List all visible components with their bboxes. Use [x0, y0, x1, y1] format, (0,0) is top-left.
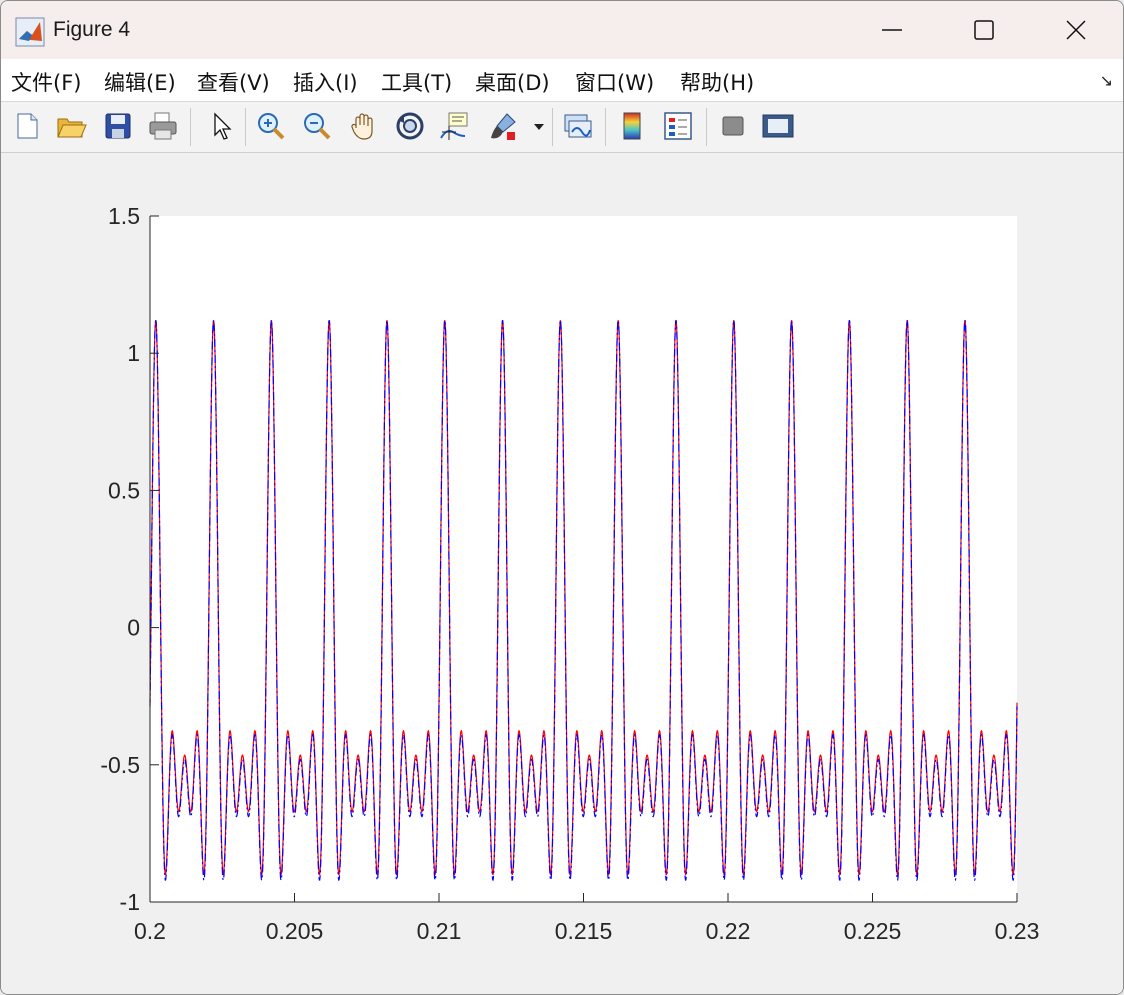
- print-icon: [149, 112, 177, 140]
- x-tick-label: 0.2: [134, 918, 166, 944]
- plot-area[interactable]: [150, 216, 1017, 902]
- toolbar-separator: [605, 108, 606, 146]
- zoom-out-button[interactable]: [299, 108, 335, 144]
- data-cursor-button[interactable]: [437, 108, 473, 144]
- menu-help[interactable]: 帮助(H): [680, 67, 754, 97]
- legend-button[interactable]: [660, 108, 696, 144]
- hide-plot-tools-icon: [722, 116, 744, 136]
- show-plot-tools-icon: [762, 114, 794, 138]
- chevron-down-icon: [534, 124, 544, 130]
- x-tick-label: 0.23: [995, 918, 1040, 944]
- y-tick-label: 0.5: [108, 477, 140, 503]
- y-tick-label: -0.5: [100, 752, 140, 778]
- colorbar-icon: [623, 112, 641, 140]
- x-tick-label: 0.22: [706, 918, 751, 944]
- figure-window: Figure 4 文件(F) 编辑(E) 查看(V) 插入(I) 工具(T) 桌…: [0, 0, 1124, 995]
- pan-button[interactable]: [346, 108, 382, 144]
- line-chart[interactable]: 0.2 0.205 0.21 0.215 0.22 0.225 0.23 -1 -0.5 0 0.5…: [1, 153, 1123, 994]
- new-figure-icon: [17, 113, 38, 139]
- pointer-icon: [214, 112, 232, 140]
- menu-tools[interactable]: 工具(T): [381, 67, 452, 97]
- colorbar-button[interactable]: [614, 108, 650, 144]
- matlab-logo-icon: [15, 17, 45, 47]
- x-tick-label: 0.225: [844, 918, 902, 944]
- figure-canvas: 0.2 0.205 0.21 0.215 0.22 0.225 0.23 -1 -0.5 0 0.5…: [1, 153, 1123, 994]
- open-file-button[interactable]: [53, 108, 89, 144]
- close-icon: [1066, 20, 1086, 40]
- zoom-out-icon: [304, 113, 331, 140]
- y-tick-label: -1: [120, 889, 140, 915]
- x-tick-label: 0.215: [555, 918, 613, 944]
- toolbar-separator: [190, 108, 191, 146]
- title-bar[interactable]: Figure 4: [1, 1, 1123, 59]
- y-tick-label: 1: [127, 340, 140, 366]
- maximize-button[interactable]: [938, 1, 1030, 59]
- menu-desktop[interactable]: 桌面(D): [475, 67, 550, 97]
- toolbar-expand-icon[interactable]: ↘: [1100, 71, 1113, 90]
- open-file-icon: [57, 118, 87, 138]
- print-button[interactable]: [145, 108, 181, 144]
- legend-icon: [664, 112, 692, 140]
- menu-insert[interactable]: 插入(I): [293, 67, 358, 97]
- link-plot-button[interactable]: [560, 108, 596, 144]
- window-title: Figure 4: [53, 18, 131, 41]
- brush-button[interactable]: [485, 108, 521, 144]
- x-tick-label: 0.205: [266, 918, 324, 944]
- menu-window[interactable]: 窗口(W): [575, 67, 654, 97]
- toolbar-separator: [706, 108, 707, 146]
- pointer-button[interactable]: [203, 108, 239, 144]
- menu-file[interactable]: 文件(F): [11, 67, 81, 97]
- figure-toolbar: [1, 102, 1123, 153]
- menu-edit[interactable]: 编辑(E): [104, 67, 176, 97]
- rotate-3d-button[interactable]: [392, 108, 428, 144]
- toolbar-separator: [552, 108, 553, 146]
- toolbar-separator: [245, 108, 246, 146]
- brush-icon: [491, 113, 516, 140]
- y-tick-label: 1.5: [108, 203, 140, 229]
- zoom-in-icon: [258, 113, 285, 140]
- minimize-icon: [882, 29, 902, 31]
- maximize-icon: [974, 20, 994, 40]
- save-button[interactable]: [100, 108, 136, 144]
- y-tick-label: 0: [127, 615, 140, 641]
- hide-plot-tools-button[interactable]: [715, 108, 751, 144]
- link-plot-icon: [564, 114, 592, 138]
- data-cursor-icon: [440, 112, 468, 140]
- rotate-3d-icon: [396, 112, 424, 140]
- show-plot-tools-button[interactable]: [760, 108, 796, 144]
- brush-dropdown[interactable]: [529, 108, 549, 144]
- menu-bar: 文件(F) 编辑(E) 查看(V) 插入(I) 工具(T) 桌面(D) 窗口(W…: [1, 59, 1123, 102]
- minimize-button[interactable]: [846, 1, 938, 59]
- menu-view[interactable]: 查看(V): [197, 67, 270, 97]
- close-button[interactable]: [1030, 1, 1122, 59]
- new-figure-button[interactable]: [9, 108, 45, 144]
- x-tick-label: 0.21: [417, 918, 462, 944]
- pan-hand-icon: [351, 113, 373, 140]
- zoom-in-button[interactable]: [253, 108, 289, 144]
- save-icon: [105, 113, 131, 139]
